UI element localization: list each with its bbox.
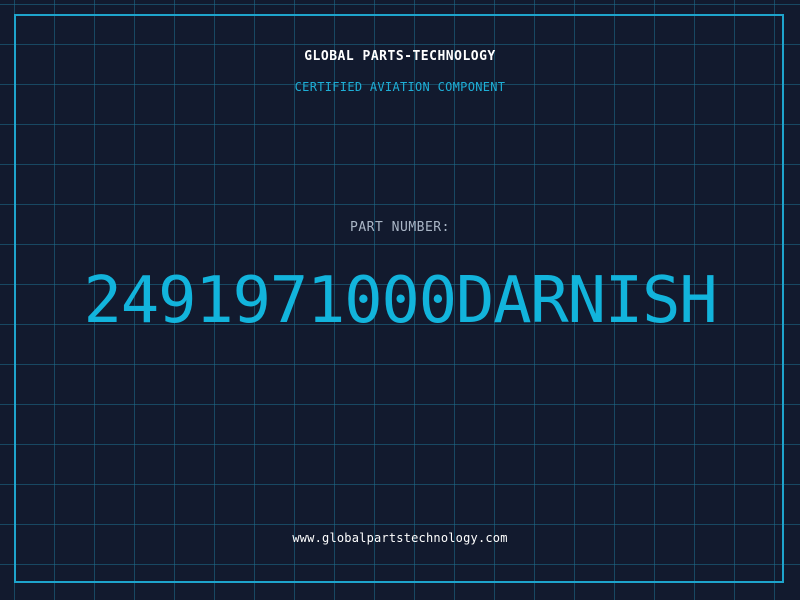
part-number-label: PART NUMBER: [350,220,450,235]
tagline: CERTIFIED AVIATION COMPONENT [294,80,506,94]
part-card: GLOBAL PARTS-TECHNOLOGY CERTIFIED AVIATI… [0,0,800,600]
part-number-value: 2491971000DARNISH [83,264,718,338]
brand-name: GLOBAL PARTS-TECHNOLOGY [304,49,496,64]
website-url: www.globalpartstechnology.com [292,531,508,545]
